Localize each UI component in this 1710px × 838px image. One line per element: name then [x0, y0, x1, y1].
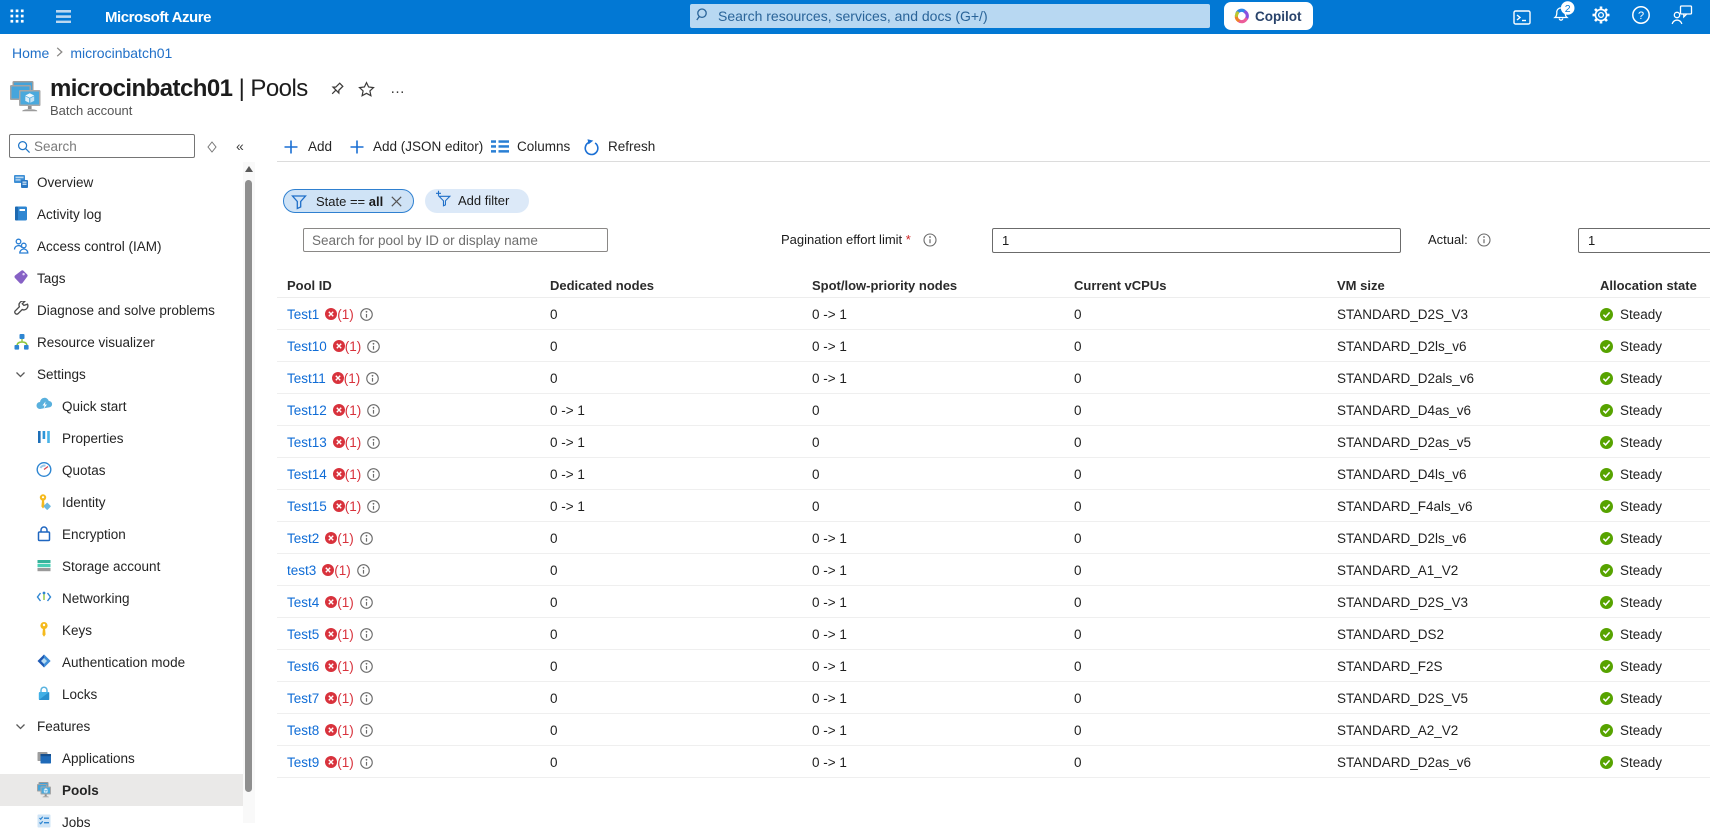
svg-text:2: 2	[1565, 3, 1571, 15]
svg-text:?: ?	[1638, 10, 1644, 22]
